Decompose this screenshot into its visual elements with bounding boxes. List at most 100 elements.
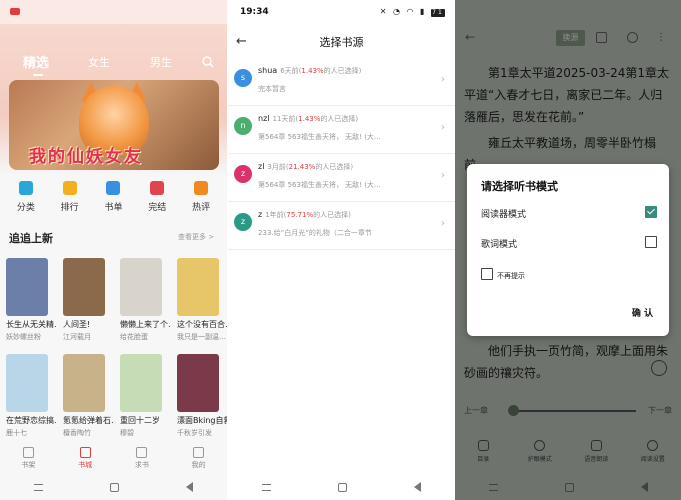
option-reader-mode-checkbox[interactable] [645, 206, 657, 218]
bottom-nav: 书架 书城 求书 我的 [0, 443, 227, 473]
category-label: 完结 [148, 203, 167, 213]
category-label: 分类 [16, 203, 35, 213]
promo-banner[interactable]: 我的仙妖女友 [9, 80, 219, 170]
category-hot-reviews[interactable]: 热评 [181, 178, 221, 218]
source-item[interactable]: z z 1年前(75.71%的人已选择) 233.给“白月光”的礼物（二合一章节 … [228, 202, 455, 250]
source-latest-chapter: 第564章 563福生善天将， 无敌! (大… [258, 181, 381, 189]
source-avatar: z [234, 213, 252, 231]
option-reader-mode-label: 阅读器模式 [481, 210, 527, 220]
view-more-link[interactable]: 查看更多 > [178, 232, 214, 242]
search-icon[interactable] [202, 56, 214, 68]
book-author: 给花脸蛋 [120, 333, 148, 341]
source-percent: 1.43% [298, 115, 321, 123]
wifi-icon: ◠ [406, 7, 416, 16]
home-icon[interactable] [337, 482, 347, 492]
confirm-button[interactable]: 确 认 [632, 306, 653, 319]
listen-mode-dialog: 请选择听书模式 阅读器模式 歌词模式 不再提示 确 认 [467, 164, 669, 336]
source-name: nzl [258, 114, 270, 123]
battery-level: 71 [431, 9, 445, 17]
source-percent-suffix: 的人已选择 [313, 211, 349, 219]
book-card[interactable]: 懒懒上来了个… 给花脸蛋 [120, 258, 170, 342]
book-title: 人间圣! [63, 320, 91, 329]
category-booklist[interactable]: 书单 [93, 178, 133, 218]
book-author: 江河载月 [63, 333, 91, 341]
dialog-title: 请选择听书模式 [481, 180, 558, 193]
bookstore-screen: 精选 女生 男生 我的仙妖女友 分类 排行 书单 完结 热评 追追上新 查看更多… [0, 0, 227, 500]
book-cover [177, 354, 219, 412]
source-item[interactable]: s shua 6天前(1.43%的人已选择) 完本暂言 › [228, 58, 455, 106]
home-icon[interactable] [109, 482, 119, 492]
back-arrow-icon[interactable]: ← [236, 34, 247, 49]
source-percent: 75.71% [286, 211, 314, 219]
category-label: 书单 [104, 203, 123, 213]
book-cover [177, 258, 219, 316]
nav-label: 我的 [191, 461, 206, 469]
reader-screen: ← 换源 ⋮ 第1章太平道2025-03-24第1章太平道“入春才七日，离家已二… [455, 0, 681, 500]
nav-request[interactable]: 求书 [124, 443, 160, 473]
book-author: 妖妙螺丝粉 [6, 333, 41, 341]
app-notification-icon [10, 8, 20, 15]
back-icon[interactable] [414, 482, 422, 492]
tab-female[interactable]: 女生 [88, 54, 110, 70]
recents-icon[interactable] [261, 483, 271, 491]
book-cover [6, 258, 48, 316]
book-title: 漂面Bking自救… [177, 416, 227, 425]
book-card[interactable]: 长生从无关精… 妖妙螺丝粉 [6, 258, 56, 342]
category-finished[interactable]: 完结 [137, 178, 177, 218]
source-avatar: n [234, 117, 252, 135]
nav-label: 求书 [134, 461, 149, 469]
book-cover [63, 258, 105, 316]
book-card[interactable]: 在荒野恋综搞… 鹿十七 [6, 354, 56, 438]
request-icon [136, 447, 148, 458]
source-updated: 6天前 [280, 67, 299, 75]
chevron-right-icon: › [441, 218, 445, 229]
tab-male[interactable]: 男生 [150, 54, 172, 70]
status-bar: 19:34 ✕ ◔ ◠ ▮ 71 [228, 0, 455, 24]
book-icon [150, 181, 165, 195]
source-latest-chapter: 完本暂言 [258, 85, 286, 93]
book-cover [6, 354, 48, 412]
book-card[interactable]: 这个没有百合… 我只是一副温… [177, 258, 227, 342]
source-percent-suffix: 的人已选择 [320, 115, 356, 123]
book-title: 懒懒上来了个… [120, 320, 170, 329]
source-name: zl [258, 162, 265, 171]
recents-icon[interactable] [33, 483, 43, 491]
nav-bookstore[interactable]: 书城 [67, 443, 103, 473]
source-name: z [258, 210, 263, 219]
book-author: 鹿十七 [6, 429, 27, 437]
alarm-icon: ◔ [392, 7, 402, 16]
source-item[interactable]: z zl 3月前(21.43%的人已选择) 第564章 563福生善天将， 无敌!… [228, 154, 455, 202]
book-card[interactable]: 漂面Bking自救… 千秋岁引发 [177, 354, 227, 438]
back-icon[interactable] [186, 482, 194, 492]
source-header: shua 6天前(1.43%的人已选择) [258, 66, 362, 75]
source-name: shua [258, 66, 278, 75]
chevron-right-icon: › [441, 170, 445, 181]
source-header: zl 3月前(21.43%的人已选择) [258, 162, 354, 171]
book-author: 我只是一副温… [177, 333, 226, 341]
source-percent: 21.43% [288, 163, 316, 171]
source-percent-suffix: 的人已选择 [315, 163, 351, 171]
mute-icon: ✕ [379, 7, 389, 16]
status-bar [0, 0, 227, 24]
book-title: 氪氪给弹着石… [63, 416, 113, 425]
status-time: 19:34 [240, 7, 269, 17]
source-percent: 1.43% [301, 67, 324, 75]
banner-title: 我的仙妖女友 [29, 147, 143, 167]
tab-featured[interactable]: 精选 [23, 52, 49, 71]
category-ranking[interactable]: 排行 [50, 178, 90, 218]
option-lyrics-mode-checkbox[interactable] [645, 236, 657, 248]
book-card[interactable]: 氪氪给弹着石… 檀香陶竹 [63, 354, 113, 438]
book-card[interactable]: 重回十二岁 穆碧 [120, 354, 164, 438]
source-percent-suffix: 的人已选择 [323, 67, 359, 75]
nav-bookshelf[interactable]: 书架 [10, 443, 46, 473]
source-header: nzl 11天前(1.43%的人已选择) [258, 114, 359, 123]
book-cover [120, 354, 162, 412]
no-more-prompt-checkbox[interactable] [481, 268, 493, 280]
category-classify[interactable]: 分类 [6, 178, 46, 218]
book-author: 檀香陶竹 [63, 429, 91, 437]
source-updated: 1年前 [265, 211, 284, 219]
nav-label: 书城 [78, 461, 93, 469]
source-item[interactable]: n nzl 11天前(1.43%的人已选择) 第564章 563福生善天将， 无敌… [228, 106, 455, 154]
book-card[interactable]: 人间圣! 江河载月 [63, 258, 107, 342]
nav-profile[interactable]: 我的 [181, 443, 217, 473]
